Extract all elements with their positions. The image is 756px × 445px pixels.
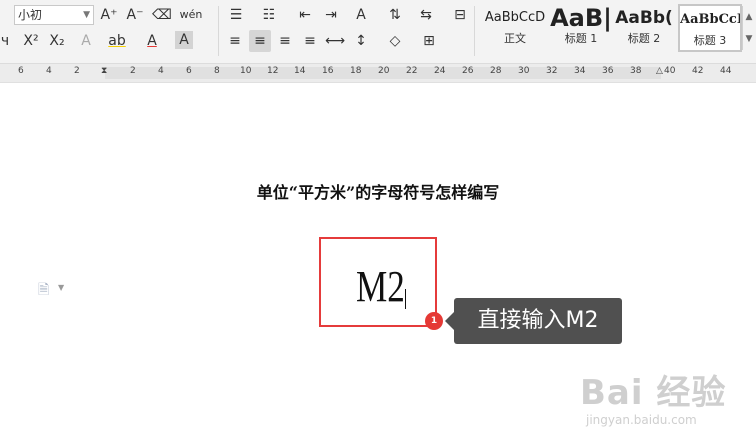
clear-format-icon[interactable]: ⌫	[151, 4, 173, 26]
ruler-tick: 44	[720, 66, 732, 76]
highlight-icon[interactable]: ab	[106, 30, 128, 52]
style-label: 标题 3	[693, 34, 727, 47]
show-marks-icon[interactable]: ⊟	[449, 4, 471, 26]
style-heading-2[interactable]: AaBb( 标题 2	[612, 4, 676, 52]
ruler-tick: 28	[490, 66, 502, 76]
ruler-tick: 34	[574, 66, 586, 76]
font-size-select[interactable]: 小初 ▼	[14, 5, 94, 25]
style-preview: AaBbCcD	[484, 10, 546, 25]
ruler-tick: 10	[240, 66, 252, 76]
style-label: 正文	[504, 32, 526, 45]
watermark: Bai 经验 jingyan.baidu.com	[580, 373, 740, 433]
ruler-tick: 4	[46, 66, 52, 76]
ruler-tick: 6	[18, 66, 24, 76]
ruler-tick: 30	[518, 66, 530, 76]
text-cursor	[405, 289, 406, 309]
subscript-icon[interactable]: X₂	[46, 30, 68, 52]
ruler-tick: 32	[546, 66, 558, 76]
style-heading-1[interactable]: AaB| 标题 1	[550, 4, 612, 52]
indent-marker-icon[interactable]: ⧗	[101, 66, 107, 76]
ruler-tick: 12	[267, 66, 279, 76]
tooltip: 直接输入M2	[454, 298, 622, 344]
document-icon[interactable]: 🗎	[38, 279, 49, 303]
style-heading-3[interactable]: AaBbCcI 标题 3	[678, 4, 742, 52]
styles-gallery: AaBbCcD 正文 AaB| 标题 1 AaBb( 标题 2 AaBbCcI …	[480, 4, 756, 52]
ruler-tick: 36	[602, 66, 614, 76]
pinyin-guide-icon[interactable]: wén	[178, 4, 204, 26]
ruler-tick: 14	[294, 66, 306, 76]
superscript-icon[interactable]: X²	[20, 30, 42, 52]
group-divider	[218, 6, 219, 56]
ruler-tick: 20	[378, 66, 390, 76]
numbering-icon[interactable]: ☷	[258, 4, 280, 26]
chevron-down-icon[interactable]: ▼	[744, 28, 754, 50]
char-shading-icon[interactable]: A	[175, 31, 193, 49]
strikethrough-icon[interactable]: ч	[0, 30, 10, 52]
right-indent-marker-icon[interactable]: △	[656, 66, 663, 76]
chevron-down-icon[interactable]: ▼	[83, 6, 90, 24]
font-color-icon[interactable]: A	[142, 30, 162, 52]
ruler-tick: 16	[322, 66, 334, 76]
style-normal[interactable]: AaBbCcD 正文	[480, 4, 550, 52]
style-preview: AaB|	[550, 4, 612, 32]
increase-indent-icon[interactable]: ⇥	[320, 4, 342, 26]
bullets-icon[interactable]: ☰	[225, 4, 247, 26]
align-center-icon[interactable]: ≡	[249, 30, 271, 52]
ruler-tick: 2	[74, 66, 80, 76]
align-right-icon[interactable]: ≡	[274, 30, 296, 52]
sort-icon[interactable]: ⇅	[384, 4, 406, 26]
style-label: 标题 2	[627, 32, 661, 45]
watermark-logo: Bai 经验	[580, 373, 727, 413]
group-divider	[474, 6, 475, 56]
ruler-tick: 38	[630, 66, 642, 76]
ruler-tick: 2	[130, 66, 136, 76]
chinese-layout-icon[interactable]: A	[350, 4, 372, 26]
typed-text[interactable]: M2	[356, 263, 405, 311]
line-spacing-switch-icon[interactable]: ⇆	[415, 4, 437, 26]
shrink-font-icon[interactable]: A⁻	[124, 4, 146, 26]
watermark-url: jingyan.baidu.com	[586, 413, 697, 427]
chevron-up-icon[interactable]: ▲	[744, 6, 754, 28]
ruler-tick: 42	[692, 66, 704, 76]
font-size-value: 小初	[18, 8, 43, 22]
text-effect-icon[interactable]: A	[76, 30, 96, 52]
borders-icon[interactable]: ⊞	[418, 30, 440, 52]
ruler-tick: 18	[350, 66, 362, 76]
style-preview: AaBbCcI	[680, 12, 742, 27]
document-page[interactable]: 单位“平方米”的字母符号怎样编写 🗎 ▼ M2 1 直接输入M2 Bai 经验 …	[0, 83, 756, 445]
ruler-tick: 6	[186, 66, 192, 76]
ruler-tick: 8	[214, 66, 220, 76]
ruler-tick: 4	[158, 66, 164, 76]
chevron-down-icon[interactable]: ▼	[58, 283, 64, 292]
distributed-align-icon[interactable]: ⟷	[324, 30, 346, 52]
ruler-tick: 26	[462, 66, 474, 76]
styles-scroll[interactable]: ▲ ▼	[742, 6, 755, 50]
shading-icon[interactable]: ◇	[384, 30, 406, 52]
grow-font-icon[interactable]: A⁺	[98, 4, 120, 26]
ruler-tick: 24	[434, 66, 446, 76]
decrease-indent-icon[interactable]: ⇤	[294, 4, 316, 26]
horizontal-ruler[interactable]: ⧗ △ 6 4 2 2 4 6 8 10 12 14 16 18 20 22 2…	[0, 64, 756, 83]
style-preview: AaBb(	[615, 8, 673, 28]
style-label: 标题 1	[564, 32, 598, 45]
ruler-tick: 22	[406, 66, 418, 76]
justify-icon[interactable]: ≡	[299, 30, 321, 52]
ruler-tick: 40	[664, 66, 676, 76]
document-title: 单位“平方米”的字母符号怎样编写	[256, 183, 500, 202]
step-badge: 1	[425, 312, 443, 330]
tooltip-arrow	[445, 312, 454, 330]
line-spacing-icon[interactable]: ↕	[350, 30, 372, 52]
align-left-icon[interactable]: ≡	[224, 30, 246, 52]
ribbon-toolbar: 小初 ▼ A⁺ A⁻ ⌫ wén ч X² X₂ A ab A A ☰ ☷ ⇤ …	[0, 0, 756, 64]
